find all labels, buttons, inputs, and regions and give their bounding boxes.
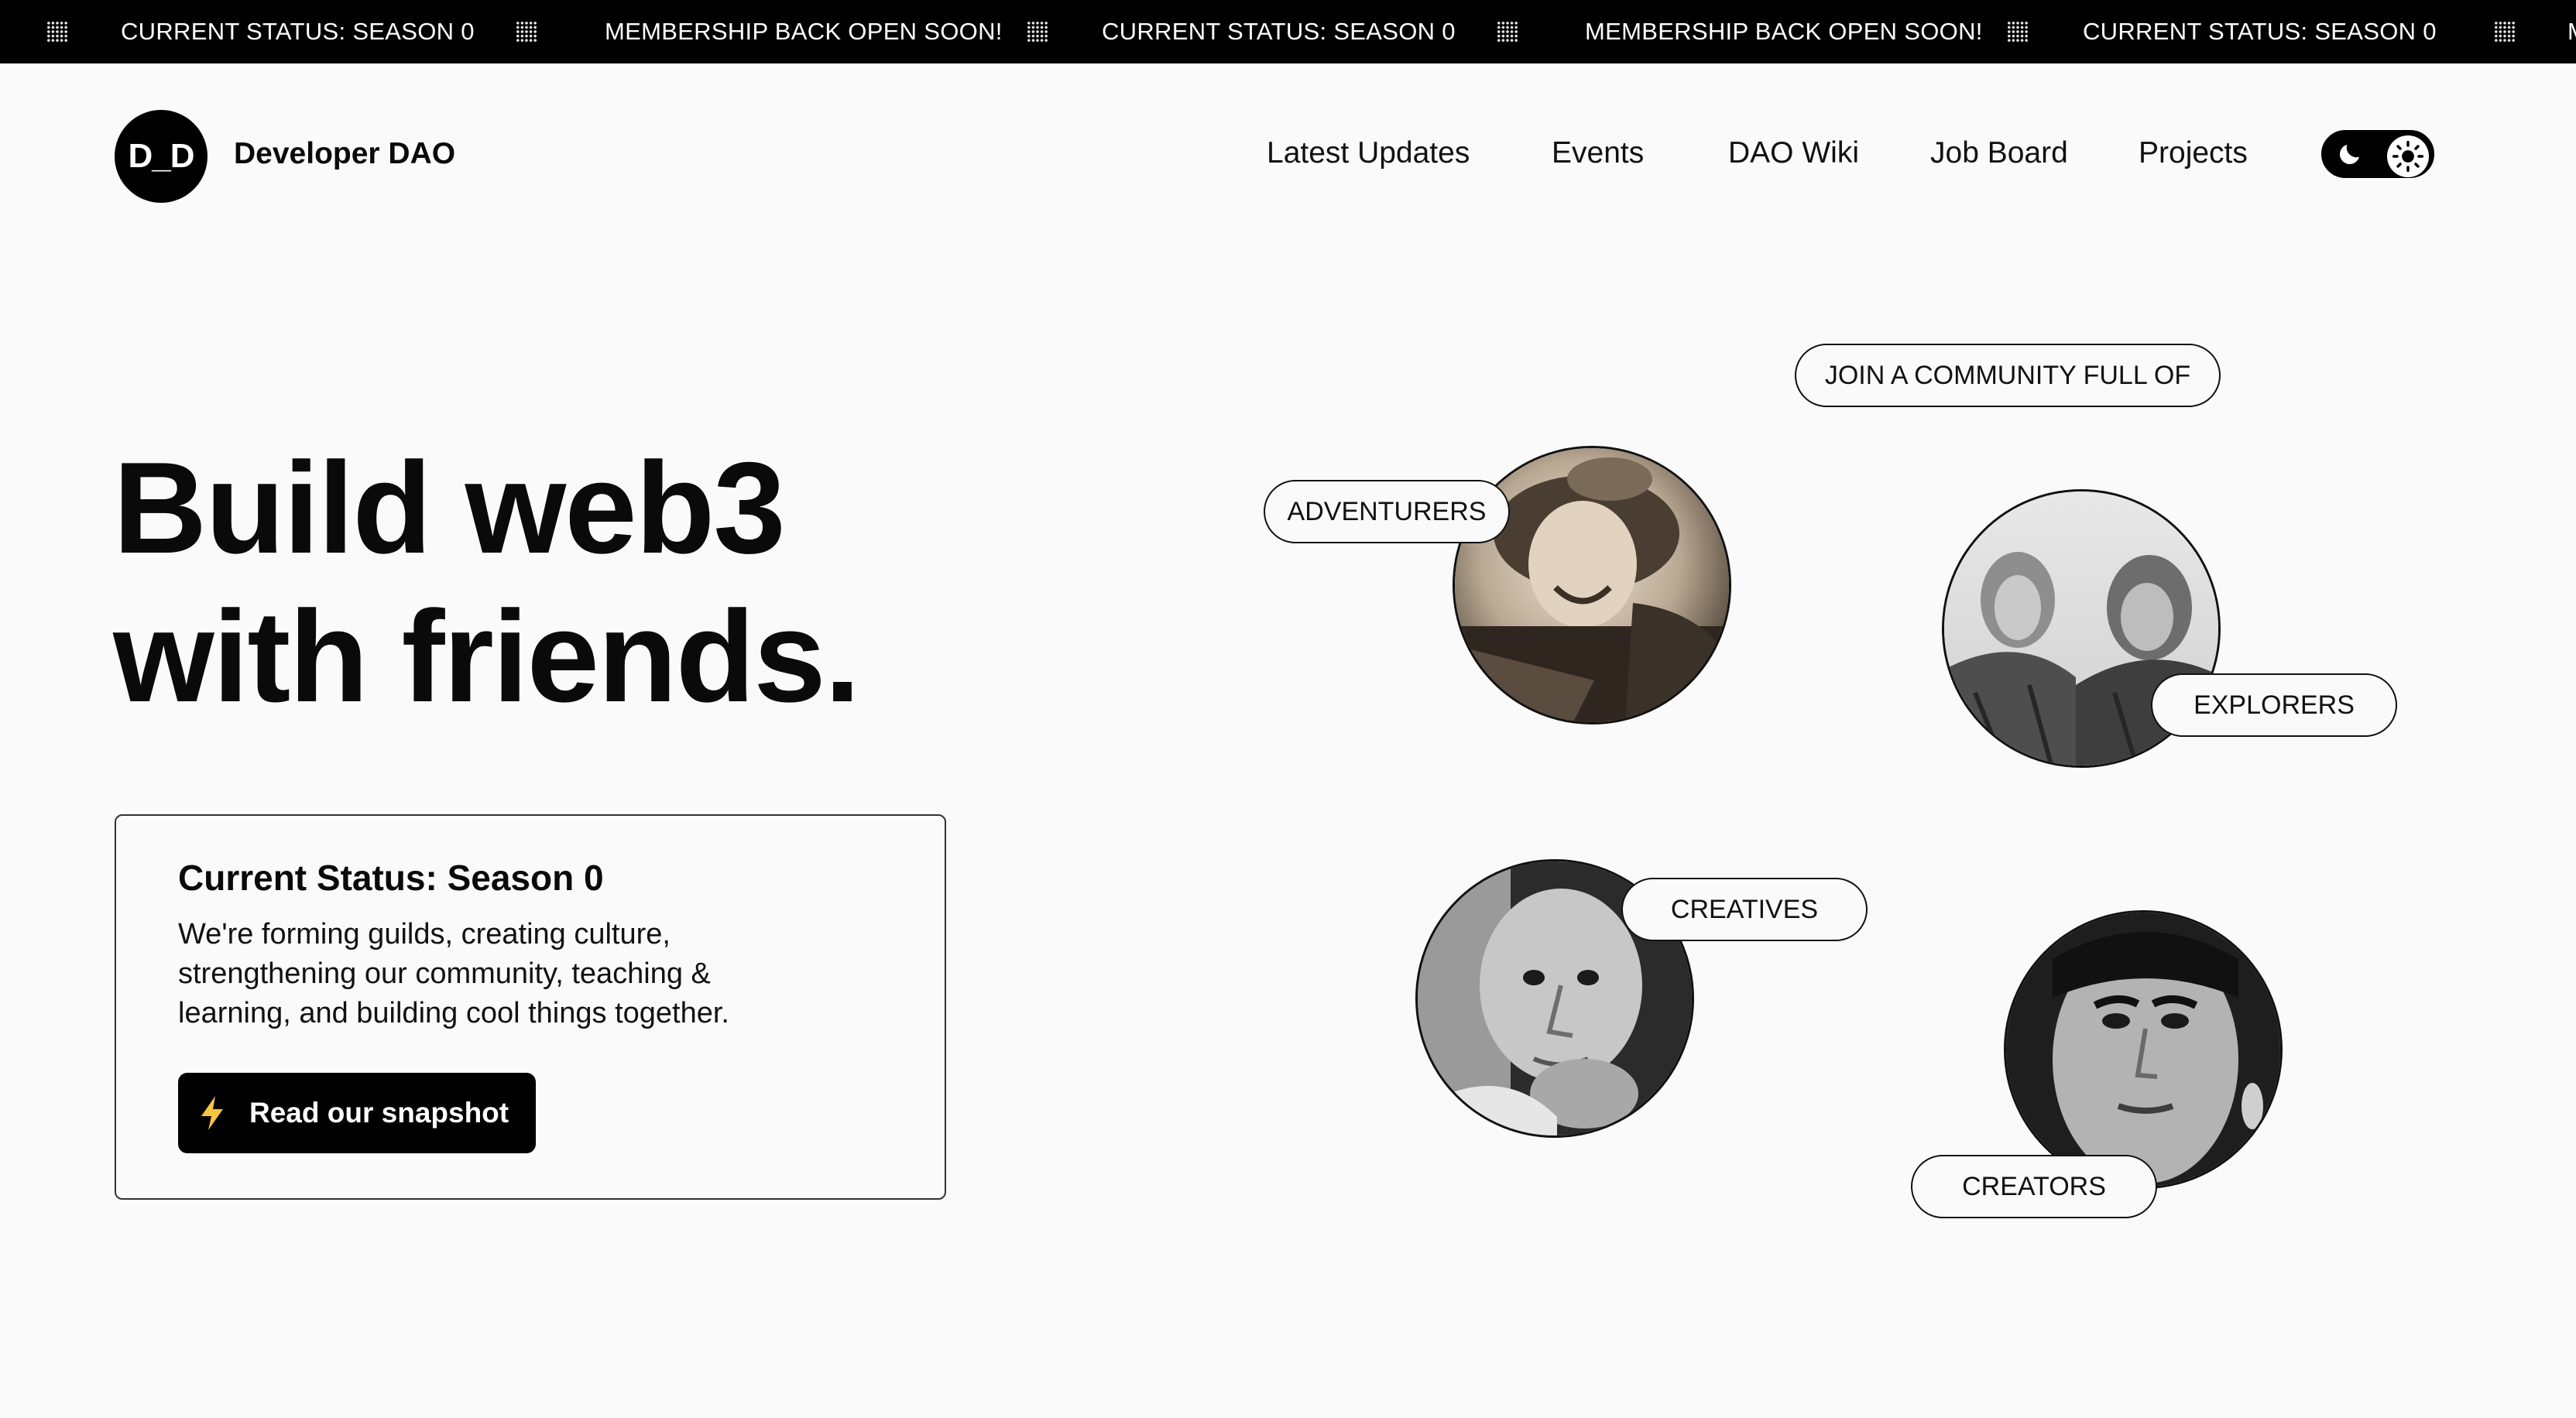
developer-dao-logo[interactable]: D_D [115, 110, 208, 203]
nav-projects[interactable]: Projects [2139, 133, 2248, 173]
dotted-grid-icon [2007, 21, 2029, 43]
hero-title-line: with friends. [113, 584, 860, 729]
moon-icon [2339, 145, 2359, 165]
nav-events[interactable]: Events [1552, 133, 1644, 173]
status-title: Current Status: Season 0 [178, 858, 604, 898]
community-heading: JOIN A COMMUNITY FULL OF [1795, 344, 2221, 407]
label-creators: CREATORS [1911, 1155, 2157, 1218]
dotted-grid-icon [516, 21, 537, 43]
toggle-knob [2387, 135, 2429, 177]
ticker-item: MEMBERSHIP BACK OPEN SOON! [605, 18, 1003, 45]
nav-latest-updates[interactable]: Latest Updates [1267, 133, 1470, 173]
theme-toggle[interactable] [2321, 130, 2434, 178]
lightning-bolt-icon [201, 1096, 223, 1130]
ticker-item: CURRENT STATUS: SEASON 0 [2083, 18, 2437, 45]
nav-job-board[interactable]: Job Board [1930, 133, 2068, 173]
dotted-grid-icon [46, 21, 68, 43]
status-description: We're forming guilds, creating culture, … [178, 918, 729, 1029]
ticker-item: M [2567, 0, 2576, 63]
ticker-item: MEMBERSHIP BACK OPEN SOON! [1585, 18, 1983, 45]
label-adventurers: ADVENTURERS [1264, 480, 1510, 543]
sun-icon [2392, 140, 2424, 173]
label-creatives: CREATIVES [1621, 878, 1868, 941]
artist-photo [2004, 910, 2283, 1189]
dotted-grid-icon [1027, 21, 1048, 43]
ticker-item: CURRENT STATUS: SEASON 0 [1102, 18, 1456, 45]
status-card: Current Status: Season 0 We're forming g… [115, 814, 946, 1200]
dotted-grid-icon [1497, 21, 1518, 43]
brand-name[interactable]: Developer DAO [234, 135, 455, 173]
announcement-ticker: CURRENT STATUS: SEASON 0 MEMBERSHIP BACK… [0, 0, 2576, 63]
nav-dao-wiki[interactable]: DAO Wiki [1728, 133, 1859, 173]
ticker-item: CURRENT STATUS: SEASON 0 [121, 18, 475, 45]
hero-title: Build web3 with friends. [113, 433, 860, 731]
read-snapshot-button[interactable]: Read our snapshot [178, 1073, 536, 1153]
hero-title-line: Build web3 [113, 435, 786, 581]
read-snapshot-label: Read our snapshot [249, 1097, 509, 1129]
dotted-grid-icon [2494, 21, 2516, 43]
label-explorers: EXPLORERS [2151, 673, 2397, 737]
